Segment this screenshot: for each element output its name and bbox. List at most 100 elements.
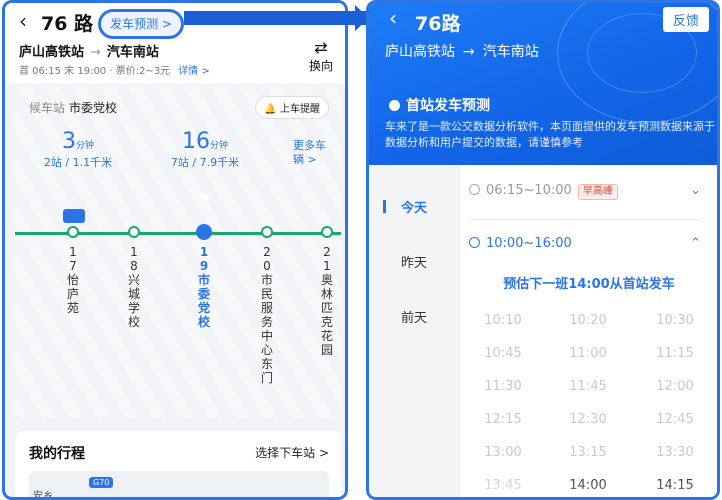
tab-yesterday[interactable]: 昨天 bbox=[369, 252, 459, 271]
stop-number: 20 bbox=[263, 245, 271, 273]
route-from: 庐山高铁站 bbox=[19, 45, 85, 60]
route-to: 汽车南站 bbox=[482, 44, 539, 60]
stop-label: 兴城学校 bbox=[127, 273, 140, 329]
route-to: 汽车南站 bbox=[106, 45, 159, 60]
schedule-text: 首 06:15 末 19:00 · 票价:2~3元 bbox=[19, 66, 171, 77]
bell-icon: 🔔 bbox=[264, 104, 277, 115]
tab-today[interactable]: 今天 bbox=[369, 197, 459, 216]
back-arrow-icon[interactable]: ‹ bbox=[19, 9, 27, 33]
peak-badge: 早高峰 bbox=[577, 184, 618, 200]
route-from: 庐山高铁站 bbox=[385, 44, 455, 60]
bus1-minutes: 3 bbox=[61, 129, 76, 154]
left-phone-screen: ‹ 76 路 发车预测 > 庐山高铁站 → 汽车南站 首 06:15 末 19:00… bbox=[2, 0, 348, 500]
stop-label: 市委党校 bbox=[197, 273, 210, 329]
waiting-station: 市委党校 bbox=[69, 101, 118, 115]
time-cell: 11:15 bbox=[656, 346, 694, 361]
time-cell: 13:45 bbox=[484, 478, 522, 493]
time-cell: 10:45 bbox=[484, 346, 522, 361]
prediction-title-text: 首站发车预测 bbox=[406, 98, 490, 114]
time-cell: 11:30 bbox=[484, 379, 522, 394]
route-line bbox=[15, 232, 341, 235]
time-cell: 12:30 bbox=[569, 412, 607, 427]
stop-marker-21[interactable] bbox=[321, 226, 333, 238]
route-map-card: 候车站 市委党校 🔔 上车提醒 3分钟 2站 / 1.1千米 16分钟 7站 / … bbox=[15, 87, 341, 419]
route-stations: 庐山高铁站 → 汽车南站 bbox=[385, 41, 539, 61]
right-phone-screen: ‹ 76路 反馈 庐山高铁站 → 汽车南站 首站发车预测 车来了是一款公交数据分析软… bbox=[366, 0, 720, 500]
departure-prediction-button[interactable]: 发车预测 > bbox=[98, 9, 184, 39]
stop-number: 17 bbox=[69, 245, 77, 273]
time-cell-predicted: 14:15 bbox=[656, 478, 694, 493]
time-cell-predicted: 14:00 bbox=[569, 478, 607, 493]
time-cell: 13:00 bbox=[484, 445, 522, 460]
stop-marker-20[interactable] bbox=[261, 226, 273, 238]
waiting-prefix: 候车站 bbox=[29, 101, 66, 115]
slot-midday[interactable]: 10:00~16:00 ⌃ bbox=[469, 236, 701, 251]
remind-label: 上车提醒 bbox=[280, 104, 320, 115]
bus2-minutes: 16 bbox=[181, 129, 210, 154]
callout-pointer bbox=[200, 195, 212, 201]
details-link[interactable]: 详情 > bbox=[178, 66, 210, 77]
slot-morning-peak[interactable]: 06:15~10:00 早高峰 ⌄ bbox=[469, 183, 701, 200]
stop-name-17[interactable]: 17 怡庐苑 bbox=[66, 245, 80, 315]
time-cell: 12:00 bbox=[656, 379, 694, 394]
bus-arrival-2: 16分钟 7站 / 7.9千米 bbox=[165, 129, 245, 170]
slot-range: 06:15~10:00 bbox=[486, 183, 572, 198]
time-cell: 11:45 bbox=[569, 379, 607, 394]
swap-icon: ⇄ bbox=[314, 38, 328, 57]
clock-icon bbox=[469, 237, 480, 248]
back-arrow-icon[interactable]: ‹ bbox=[389, 6, 397, 30]
next-bus-prediction: 预估下一班14:00从首站发车 bbox=[503, 277, 675, 292]
stop-label: 市民服务中心东门 bbox=[260, 273, 273, 385]
my-trip-card: 我的行程 选择下车站 > 安乡 G70 bbox=[15, 431, 341, 500]
time-cell: 10:10 bbox=[484, 313, 522, 328]
trip-minimap[interactable]: 安乡 G70 bbox=[29, 471, 329, 500]
bus1-unit: 分钟 bbox=[75, 141, 94, 151]
check-icon bbox=[389, 100, 400, 111]
bus1-detail: 2站 / 1.1千米 bbox=[43, 156, 113, 169]
boarding-reminder-button[interactable]: 🔔 上车提醒 bbox=[255, 96, 329, 119]
annotation-arrow bbox=[184, 5, 369, 31]
route-stations: 庐山高铁站 → 汽车南站 bbox=[19, 41, 159, 60]
prediction-title: 首站发车预测 bbox=[389, 95, 490, 115]
route-arrow-icon: → bbox=[463, 44, 475, 60]
prediction-description: 车来了是一款公交数据分析软件，本页面提供的发车预测数据来源于数据分析和用户提交的… bbox=[385, 120, 715, 149]
stop-label: 奥林匹克花园 bbox=[320, 273, 333, 357]
route-arrow-icon: → bbox=[90, 45, 101, 60]
stop-marker-17[interactable] bbox=[67, 226, 79, 238]
stop-number: 18 bbox=[130, 245, 138, 273]
bus-arrival-1: 3分钟 2站 / 1.1千米 bbox=[43, 129, 113, 170]
road-badge: G70 bbox=[89, 477, 114, 488]
prediction-header: ‹ 76路 反馈 庐山高铁站 → 汽车南站 首站发车预测 车来了是一款公交数据分析软… bbox=[369, 3, 717, 165]
stop-name-21[interactable]: 21 奥林匹克花园 bbox=[320, 245, 334, 357]
stop-number: 21 bbox=[323, 245, 331, 273]
bus-icon bbox=[63, 209, 85, 223]
stop-name-20[interactable]: 20 市民服务中心东门 bbox=[260, 245, 274, 385]
slot-range: 10:00~16:00 bbox=[486, 236, 572, 251]
time-cell: 13:30 bbox=[656, 445, 694, 460]
map-place-label: 安乡 bbox=[33, 491, 53, 500]
stop-name-18[interactable]: 18 兴城学校 bbox=[127, 245, 141, 329]
feedback-button[interactable]: 反馈 bbox=[662, 7, 709, 32]
stop-name-current[interactable]: 19 市委党校 bbox=[197, 245, 211, 329]
prediction-body: 今天 昨天 前天 06:15~10:00 早高峰 ⌄ 10:00~16:00 ⌃ … bbox=[369, 165, 717, 497]
swap-direction-button[interactable]: ⇄ 换向 bbox=[309, 39, 333, 74]
stop-marker-18[interactable] bbox=[128, 226, 140, 238]
my-trip-title: 我的行程 bbox=[29, 446, 85, 462]
stop-marker-current[interactable] bbox=[196, 224, 212, 240]
stop-number: 19 bbox=[199, 245, 209, 273]
time-cell: 12:45 bbox=[656, 412, 694, 427]
more-buses-link[interactable]: 更多车辆 > bbox=[293, 139, 329, 167]
route-title: 76路 bbox=[415, 13, 461, 35]
chevron-down-icon: ⌄ bbox=[690, 183, 701, 198]
bus2-detail: 7站 / 7.9千米 bbox=[170, 156, 240, 169]
time-cell: 10:20 bbox=[569, 313, 607, 328]
select-stop-link[interactable]: 选择下车站 > bbox=[255, 444, 329, 461]
tab-day-before[interactable]: 前天 bbox=[369, 307, 459, 326]
chevron-up-icon: ⌃ bbox=[690, 236, 701, 251]
route-title: 76 路 bbox=[41, 13, 94, 35]
stop-label: 怡庐苑 bbox=[66, 273, 79, 315]
bus2-unit: 分钟 bbox=[209, 141, 228, 151]
time-cell: 10:30 bbox=[656, 313, 694, 328]
day-tabs: 今天 昨天 前天 bbox=[369, 165, 459, 497]
time-cell: 11:00 bbox=[569, 346, 607, 361]
